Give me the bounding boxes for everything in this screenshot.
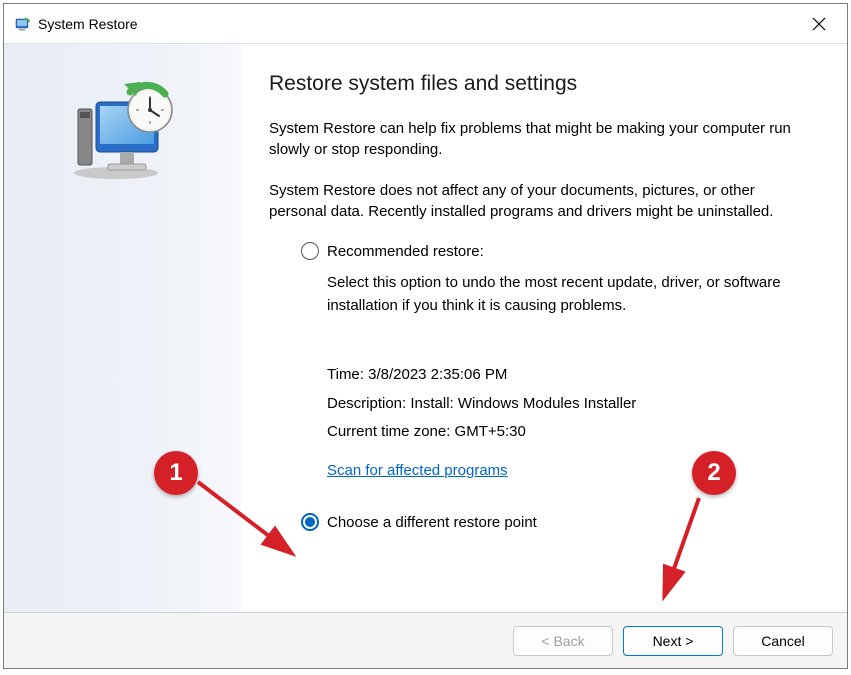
window-title: System Restore [38,16,138,32]
choose-different-option[interactable]: Choose a different restore point [301,513,797,531]
recommended-restore-label: Recommended restore: [327,243,484,260]
page-heading: Restore system files and settings [269,72,797,96]
next-button[interactable]: Next > [623,626,723,656]
close-button[interactable] [799,8,839,40]
restore-options: Recommended restore: Select this option … [301,242,797,531]
system-restore-large-icon [68,74,178,184]
scan-affected-link[interactable]: Scan for affected programs [327,457,508,486]
intro-paragraph-2: System Restore does not affect any of yo… [269,180,797,222]
close-icon [812,17,826,31]
titlebar: System Restore [4,4,847,44]
back-button[interactable]: < Back [513,626,613,656]
restore-time: Time: 3/8/2023 2:35:06 PM [327,361,797,390]
content-area: Restore system files and settings System… [241,44,847,612]
restore-details: Time: 3/8/2023 2:35:06 PM Description: I… [327,361,797,485]
system-restore-window: System Restore [3,3,848,669]
intro-paragraph-1: System Restore can help fix problems tha… [269,118,797,160]
radio-unselected-icon [301,242,319,260]
dialog-body: Restore system files and settings System… [4,44,847,612]
sidebar [4,44,241,612]
system-restore-icon [14,15,32,33]
dialog-footer: < Back Next > Cancel [4,612,847,668]
recommended-restore-option[interactable]: Recommended restore: [301,242,797,260]
radio-selected-icon [301,513,319,531]
restore-description: Description: Install: Windows Modules In… [327,390,797,419]
choose-different-label: Choose a different restore point [327,514,537,531]
recommended-restore-desc: Select this option to undo the most rece… [327,272,797,317]
restore-timezone: Current time zone: GMT+5:30 [327,418,797,447]
cancel-button[interactable]: Cancel [733,626,833,656]
title-left: System Restore [14,15,138,33]
